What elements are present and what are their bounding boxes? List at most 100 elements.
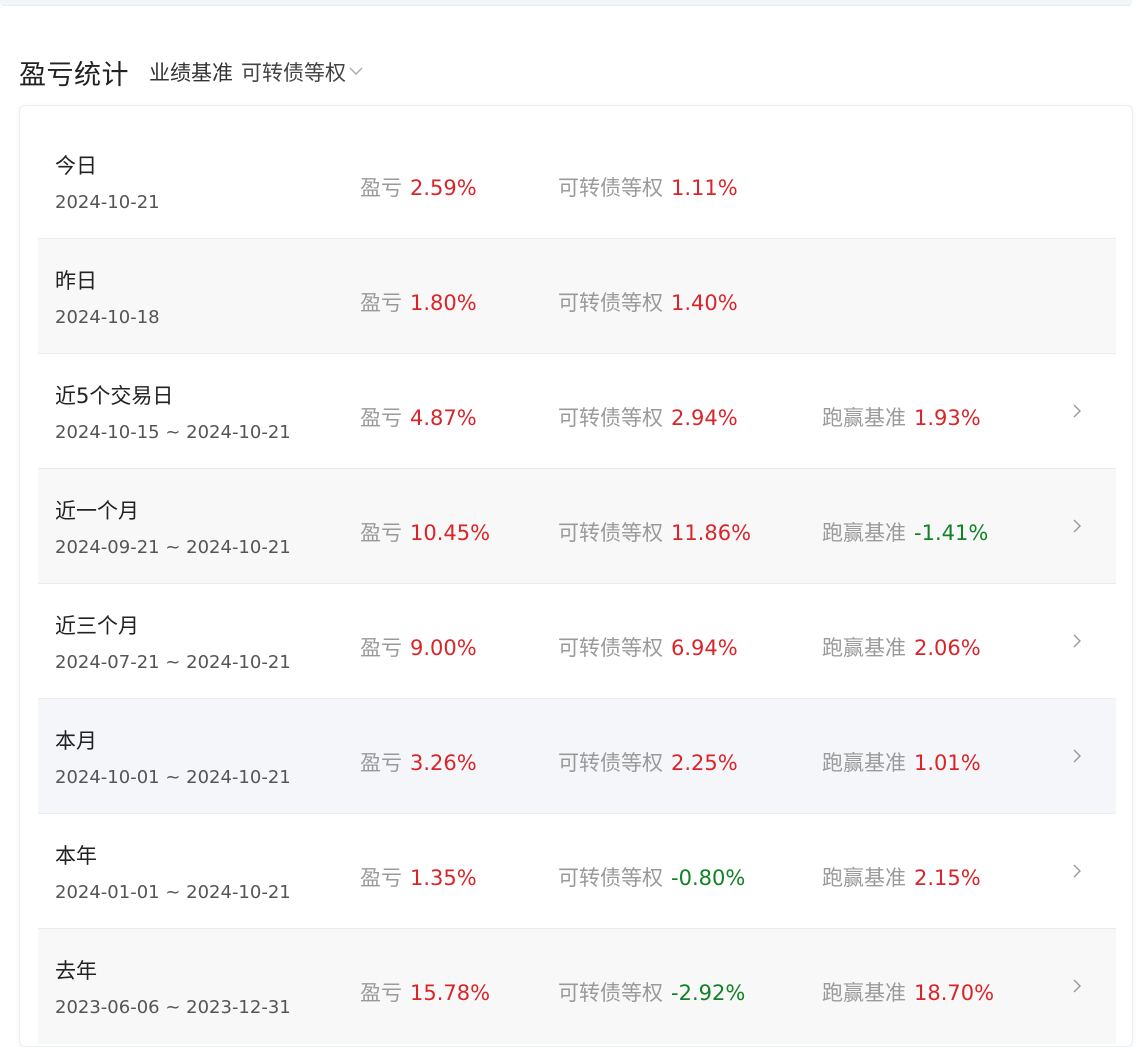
pl-value: 15.78% <box>410 981 491 1005</box>
period-name: 近三个月 <box>55 614 139 638</box>
benchmark-return-value: 11.86% <box>671 521 752 545</box>
period-date: 2023-06-06 ~ 2023-12-31 <box>55 997 291 1018</box>
benchmark-metric: 可转债等权 -2.92% <box>558 977 745 1007</box>
pl-metric: 盈亏 2.59% <box>360 172 477 202</box>
benchmark-dropdown[interactable]: 可转债等权 <box>241 57 364 87</box>
benchmark-label: 业绩基准 <box>149 61 233 85</box>
pl-label: 盈亏 <box>360 866 402 890</box>
excess-metric: 跑赢基准 2.06% <box>822 632 981 662</box>
pl-value: 9.00% <box>410 636 477 660</box>
pl-value: 4.87% <box>410 406 477 430</box>
excess-return-label: 跑赢基准 <box>822 981 906 1005</box>
pl-label: 盈亏 <box>360 636 402 660</box>
pl-value: 1.80% <box>410 291 477 315</box>
stat-row-this-month[interactable]: 本月 2024-10-01 ~ 2024-10-21 盈亏 3.26% 可转债等权… <box>38 699 1116 814</box>
pl-value: 3.26% <box>410 751 477 775</box>
period-date: 2024-10-01 ~ 2024-10-21 <box>55 767 291 788</box>
pl-label: 盈亏 <box>360 406 402 430</box>
period-date: 2024-01-01 ~ 2024-10-21 <box>55 882 291 903</box>
excess-metric: 跑赢基准 2.15% <box>822 862 981 892</box>
benchmark-return-label: 可转债等权 <box>558 291 663 315</box>
benchmark-metric: 可转债等权 11.86% <box>558 517 751 547</box>
benchmark-metric: 可转债等权 -0.80% <box>558 862 745 892</box>
chevron-down-icon[interactable] <box>348 63 364 79</box>
benchmark-return-label: 可转债等权 <box>558 981 663 1005</box>
pl-metric: 盈亏 10.45% <box>360 517 490 547</box>
pl-value: 10.45% <box>410 521 491 545</box>
page-title: 盈亏统计 <box>19 59 129 91</box>
benchmark-return-value: 1.40% <box>671 291 738 315</box>
excess-metric: 跑赢基准 1.93% <box>822 402 981 432</box>
pl-metric: 盈亏 1.35% <box>360 862 477 892</box>
pl-metric: 盈亏 3.26% <box>360 747 477 777</box>
pl-label: 盈亏 <box>360 291 402 315</box>
chevron-right-icon[interactable] <box>1069 978 1085 994</box>
benchmark-return-value: -2.92% <box>671 981 746 1005</box>
benchmark-metric: 可转债等权 1.11% <box>558 172 738 202</box>
excess-return-label: 跑赢基准 <box>822 751 906 775</box>
stat-row-last-month[interactable]: 近一个月 2024-09-21 ~ 2024-10-21 盈亏 10.45% 可转… <box>38 469 1116 584</box>
excess-metric: 跑赢基准 -1.41% <box>822 517 988 547</box>
pl-metric: 盈亏 1.80% <box>360 287 477 317</box>
benchmark-selected-value[interactable]: 可转债等权 <box>241 57 346 87</box>
pl-metric: 盈亏 9.00% <box>360 632 477 662</box>
period-date: 2024-09-21 ~ 2024-10-21 <box>55 537 291 558</box>
benchmark-return-label: 可转债等权 <box>558 176 663 200</box>
benchmark-return-value: 2.25% <box>671 751 738 775</box>
benchmark-return-label: 可转债等权 <box>558 636 663 660</box>
benchmark-return-value: 1.11% <box>671 176 738 200</box>
benchmark-return-value: 2.94% <box>671 406 738 430</box>
benchmark-metric: 可转债等权 6.94% <box>558 632 738 662</box>
period-date: 2024-10-21 <box>55 192 160 213</box>
pl-label: 盈亏 <box>360 521 402 545</box>
excess-metric: 跑赢基准 1.01% <box>822 747 981 777</box>
chevron-right-icon[interactable] <box>1069 748 1085 764</box>
chevron-right-icon[interactable] <box>1069 403 1085 419</box>
excess-return-value: 2.06% <box>914 636 981 660</box>
benchmark-return-label: 可转债等权 <box>558 521 663 545</box>
period-date: 2024-10-18 <box>55 307 160 328</box>
stats-card: 今日 2024-10-21 盈亏 2.59% 可转债等权 1.11% 昨日 2024… <box>19 105 1133 1047</box>
stats-header: 盈亏统计 业绩基准 可转债等权 <box>19 50 364 94</box>
chevron-right-icon[interactable] <box>1069 863 1085 879</box>
period-name: 昨日 <box>55 269 97 293</box>
benchmark-metric: 可转债等权 2.25% <box>558 747 738 777</box>
period-name: 近一个月 <box>55 499 139 523</box>
period-date: 2024-07-21 ~ 2024-10-21 <box>55 652 291 673</box>
benchmark-metric: 可转债等权 2.94% <box>558 402 738 432</box>
period-name: 今日 <box>55 154 97 178</box>
excess-return-value: 1.93% <box>914 406 981 430</box>
pl-value: 1.35% <box>410 866 477 890</box>
excess-return-value: 1.01% <box>914 751 981 775</box>
excess-return-label: 跑赢基准 <box>822 521 906 545</box>
pl-label: 盈亏 <box>360 751 402 775</box>
pl-label: 盈亏 <box>360 176 402 200</box>
stat-row-last-5-days[interactable]: 近5个交易日 2024-10-15 ~ 2024-10-21 盈亏 4.87% 可… <box>38 354 1116 469</box>
stat-row-today: 今日 2024-10-21 盈亏 2.59% 可转债等权 1.11% <box>38 124 1116 239</box>
stat-row-last-3-months[interactable]: 近三个月 2024-07-21 ~ 2024-10-21 盈亏 9.00% 可转债… <box>38 584 1116 699</box>
period-name: 本月 <box>55 729 97 753</box>
pl-metric: 盈亏 15.78% <box>360 977 490 1007</box>
excess-metric: 跑赢基准 18.70% <box>822 977 994 1007</box>
pl-metric: 盈亏 4.87% <box>360 402 477 432</box>
benchmark-return-label: 可转债等权 <box>558 866 663 890</box>
stat-row-this-year[interactable]: 本年 2024-01-01 ~ 2024-10-21 盈亏 1.35% 可转债等权… <box>38 814 1116 929</box>
pl-value: 2.59% <box>410 176 477 200</box>
excess-return-label: 跑赢基准 <box>822 866 906 890</box>
period-date: 2024-10-15 ~ 2024-10-21 <box>55 422 291 443</box>
benchmark-return-label: 可转债等权 <box>558 751 663 775</box>
excess-return-label: 跑赢基准 <box>822 406 906 430</box>
top-bar-strip <box>0 0 1132 6</box>
benchmark-return-value: -0.80% <box>671 866 746 890</box>
benchmark-metric: 可转债等权 1.40% <box>558 287 738 317</box>
period-name: 近5个交易日 <box>55 384 174 408</box>
excess-return-value: -1.41% <box>914 521 989 545</box>
period-name: 本年 <box>55 844 97 868</box>
stat-row-yesterday: 昨日 2024-10-18 盈亏 1.80% 可转债等权 1.40% <box>38 239 1116 354</box>
excess-return-label: 跑赢基准 <box>822 636 906 660</box>
chevron-right-icon[interactable] <box>1069 518 1085 534</box>
stat-row-last-year[interactable]: 去年 2023-06-06 ~ 2023-12-31 盈亏 15.78% 可转债等… <box>38 929 1116 1044</box>
chevron-right-icon[interactable] <box>1069 633 1085 649</box>
pl-label: 盈亏 <box>360 981 402 1005</box>
benchmark-return-value: 6.94% <box>671 636 738 660</box>
